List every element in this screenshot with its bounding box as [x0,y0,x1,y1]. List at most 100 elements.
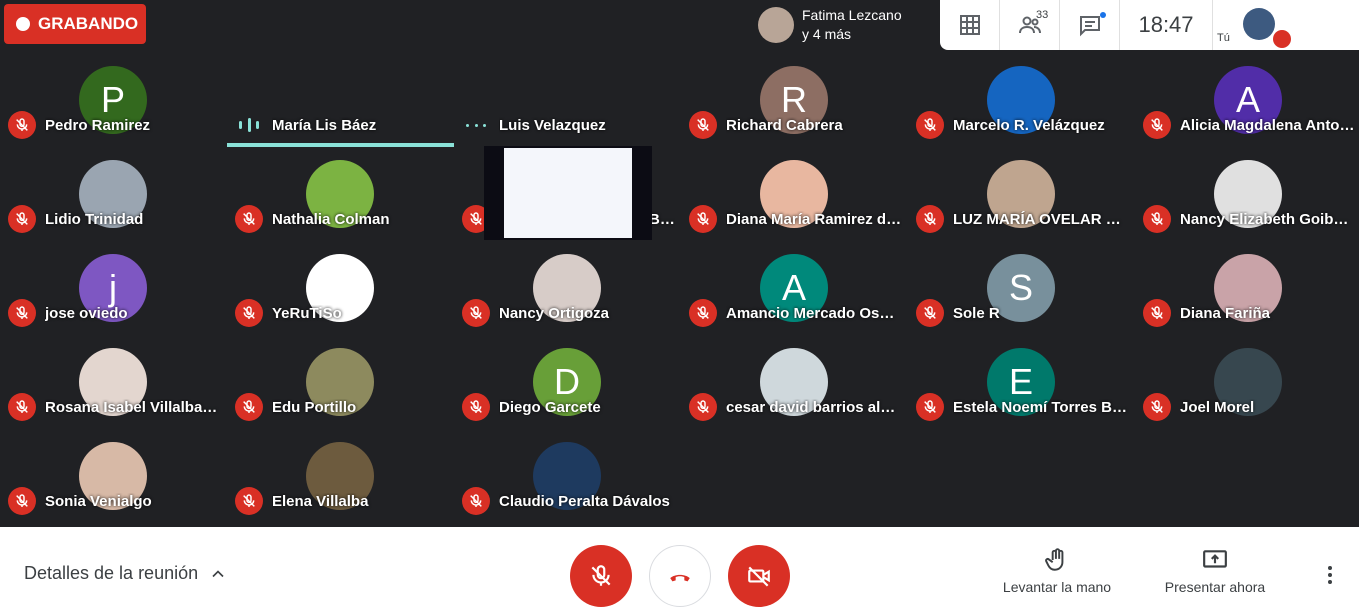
mic-muted-icon [235,393,263,421]
mic-muted-icon [689,393,717,421]
record-dot-icon [16,17,30,31]
participant-tile[interactable]: P Pedro Ramirez [0,53,227,147]
participant-tile[interactable]: Luis Velazquez [454,53,681,147]
clock: 18:47 [1138,12,1194,37]
mic-muted-icon [8,111,36,139]
participant-tile[interactable]: Claudio Peralta Dávalos [454,429,681,523]
audio-level-icon [466,115,486,135]
participant-name: Sole R [953,305,1000,322]
participant-name: Marcelo R. Velázquez [953,117,1105,134]
participant-tile[interactable]: Lidio Trinidad [0,147,227,241]
participant-name: Pedro Ramirez [45,117,151,134]
self-view[interactable]: Tú [1212,0,1298,50]
participant-name: Elena Villalba [272,493,369,510]
participant-tile[interactable]: S Sole R [908,241,1135,335]
participant-name: Richard Cabrera [726,117,843,134]
chat-notification-dot [1100,12,1106,18]
participant-name: Nancy Elizabeth Goiburú [1180,211,1356,228]
participant-tile[interactable]: D Diego Garcete [454,335,681,429]
participant-tile[interactable]: LUZ MARÍA OVELAR PEREIRA [908,147,1135,241]
participants-count: 33 [1036,9,1049,21]
participant-name: Nancy Ortigoza [499,305,610,322]
layout-button[interactable] [940,0,1000,50]
participant-tile[interactable]: R Richard Cabrera [681,53,908,147]
participant-tile[interactable]: E Estela Noemí Torres Báez [908,335,1135,429]
chat-button[interactable] [1060,0,1120,50]
mic-muted-icon [462,487,490,515]
participant-tile[interactable]: Diana María Ramirez de Sosa [681,147,908,241]
participant-tile[interactable]: A Amancio Mercado Osorio [681,241,908,335]
recording-label: GRABANDO [38,14,139,33]
participant-name: Alicia Magdalena Antonia [1180,117,1356,134]
presentation-thumbnail[interactable] [484,146,652,240]
participant-tile[interactable]: Elena Villalba [227,429,454,523]
mic-muted-icon [235,487,263,515]
participant-tile[interactable]: YeRuTiSo [227,241,454,335]
participant-name: Luis Velazquez [499,117,606,134]
mic-muted-icon [916,205,944,233]
raise-hand-label: Levantar la mano [1002,579,1112,595]
participant-name: cesar david barrios almada [726,399,902,416]
participant-tile[interactable]: María Lis Báez [227,53,454,147]
mic-muted-icon [1143,111,1171,139]
participant-name: Nathalia Colman [272,211,390,228]
participant-name: jose oviedo [45,305,128,322]
participant-name: María Lis Báez [272,117,377,134]
participant-name: Diana Fariña [1180,305,1271,322]
leave-call-button[interactable] [649,545,711,607]
mic-muted-icon [462,299,490,327]
raise-hand-button[interactable]: Levantar la mano [992,547,1122,595]
participant-tile[interactable]: Nancy Elizabeth Goiburú [1135,147,1359,241]
presenter-name: Fatima Lezcano [802,7,902,23]
top-toolbar: 33 18:47 Tú [940,0,1359,50]
mic-muted-icon [689,205,717,233]
bottom-bar: Detalles de la reunión Levantar la mano … [0,527,1359,611]
participant-name: Diego Garcete [499,399,601,416]
participant-tile[interactable]: Marcelo R. Velázquez [908,53,1135,147]
mic-muted-icon [462,393,490,421]
chat-icon [1079,16,1100,37]
microphone-toggle-button[interactable] [570,545,632,607]
participant-name: LUZ MARÍA OVELAR PEREIRA [953,211,1129,228]
participant-tile[interactable]: Nancy Ortigoza [454,241,681,335]
participant-tile[interactable]: Joel Morel [1135,335,1359,429]
phone-hangup-icon [670,574,690,582]
participant-tile[interactable]: cesar david barrios almada [681,335,908,429]
participant-name: Edu Portillo [272,399,357,416]
meeting-details-label: Detalles de la reunión [24,563,199,583]
present-screen-icon [1203,550,1227,568]
participant-tile[interactable]: Nathalia Colman [227,147,454,241]
presenter-avatar [758,7,794,43]
participant-name: Estela Noemí Torres Báez [953,399,1129,416]
more-options-icon[interactable] [1318,563,1342,587]
speaking-indicator-icon [239,115,259,135]
meeting-details-button[interactable]: Detalles de la reunión [24,563,228,584]
participant-name: Rosana Isabel Villalba Ruiz [45,399,221,416]
mic-off-icon [591,565,611,586]
mic-muted-icon [8,205,36,233]
mic-muted-icon [1143,299,1171,327]
present-now-button[interactable]: Presentar ahora [1150,547,1280,595]
participant-tile[interactable]: Rosana Isabel Villalba Ruiz [0,335,227,429]
participant-name: Diana María Ramirez de Sosa [726,211,902,228]
mic-muted-icon [916,111,944,139]
mic-muted-icon [8,393,36,421]
presenter-chip[interactable]: Fatima Lezcano y 4 más [752,0,940,50]
mic-muted-icon [916,299,944,327]
camera-off-icon [748,566,770,587]
slide-preview [504,148,632,238]
mic-muted-icon [689,111,717,139]
participant-tile[interactable]: A Alicia Magdalena Antonia [1135,53,1359,147]
participants-button[interactable]: 33 [1000,0,1060,50]
participant-tile[interactable]: Sonia Venialgo [0,429,227,523]
participant-tile[interactable]: Edu Portillo [227,335,454,429]
mic-muted-icon [235,205,263,233]
participant-tile[interactable]: Diana Fariña [1135,241,1359,335]
self-mic-off-icon [1273,30,1291,48]
presenter-others: y 4 más [802,26,852,42]
mic-muted-icon [235,299,263,327]
present-now-label: Presentar ahora [1164,579,1266,595]
camera-toggle-button[interactable] [728,545,790,607]
participant-tile[interactable]: j jose oviedo [0,241,227,335]
mic-muted-icon [689,299,717,327]
